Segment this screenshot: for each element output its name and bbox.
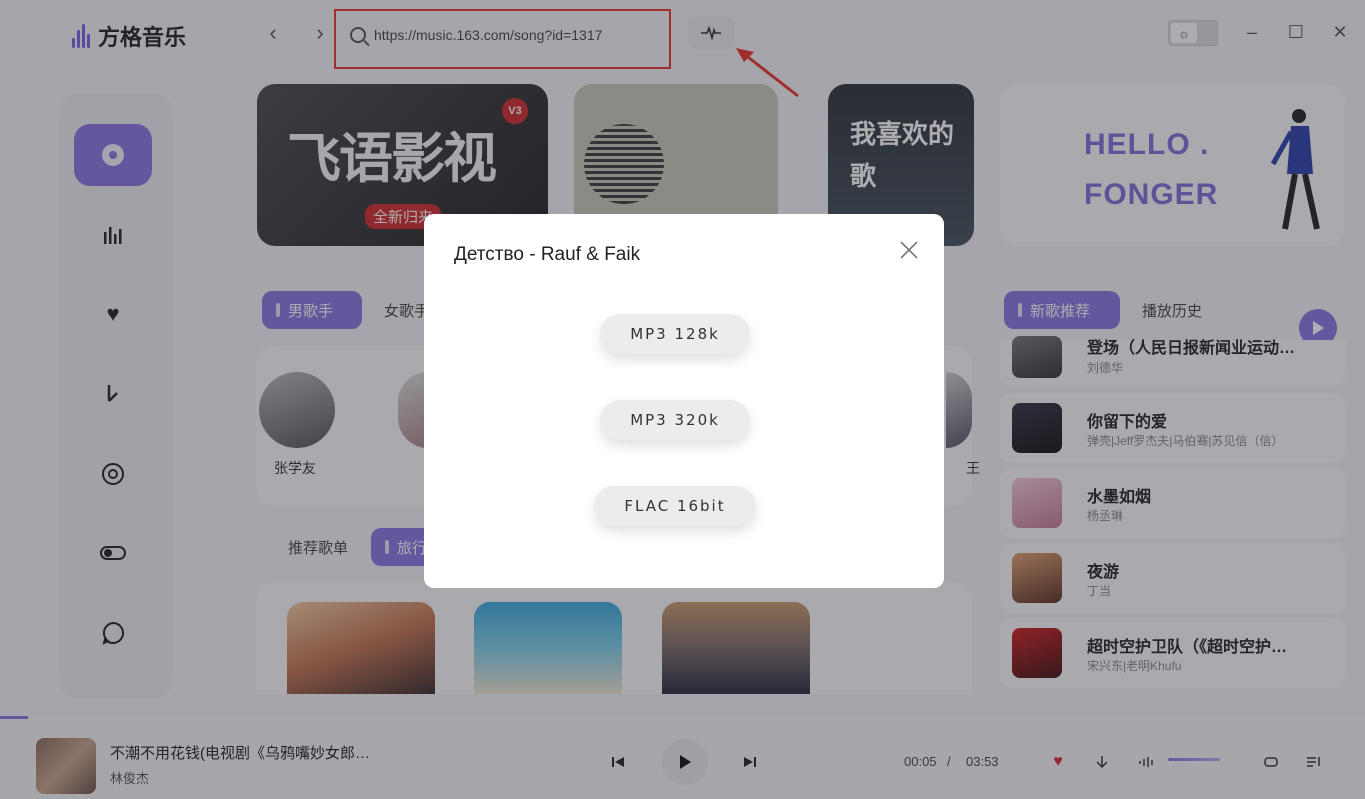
quality-option-flac-16[interactable]: FLAC 16bit	[594, 486, 756, 526]
dialog-title: Детство - Rauf & Faik	[454, 244, 641, 265]
quality-option-mp3-128[interactable]: MP3 128k	[600, 314, 750, 354]
dialog-close-button[interactable]	[897, 238, 921, 262]
close-icon	[900, 241, 918, 259]
quality-option-mp3-320[interactable]: MP3 320k	[600, 400, 750, 440]
